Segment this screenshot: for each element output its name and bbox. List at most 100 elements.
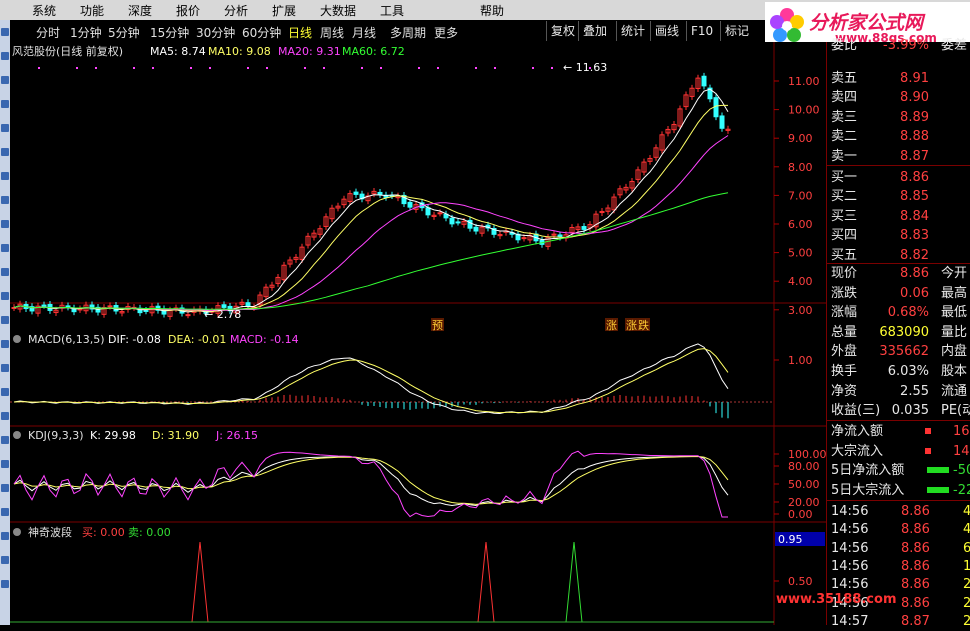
period-tab-1[interactable]: 1分钟 [70, 24, 102, 41]
toolbar-button-0[interactable]: 复权 [546, 21, 579, 41]
period-tab-4[interactable]: 30分钟 [196, 24, 235, 41]
period-tab-7[interactable]: 周线 [320, 24, 344, 41]
ma5-label: MA5: 8.74 [150, 45, 206, 58]
flow-value: -22 [953, 482, 970, 498]
stat-row-1: 涨跌 0.06 最高 [831, 284, 970, 303]
tool-icon[interactable] [1, 340, 9, 348]
tool-icon[interactable] [1, 268, 9, 276]
high-price-label: ← 11.63 [563, 61, 607, 74]
period-tab-2[interactable]: 5分钟 [108, 24, 140, 41]
tool-icon[interactable] [1, 580, 9, 588]
tool-icon[interactable] [1, 100, 9, 108]
side-weibi-value: -3.99% [883, 38, 929, 53]
tool-icon[interactable] [1, 220, 9, 228]
period-tab-6[interactable]: 日线 [288, 24, 312, 41]
macd-panel-toggle-icon[interactable] [13, 335, 21, 343]
toolbar-button-4[interactable]: F10 [686, 21, 717, 41]
stat-row-5-label: 换手 [831, 364, 858, 379]
side-weibi-extra: 委差 [941, 38, 968, 53]
bid-row-4-label: 买五 [831, 247, 858, 263]
wave-axis-label: 0.50 [788, 575, 813, 588]
flow-label: 净流入额 [831, 424, 884, 439]
toolbar-button-5[interactable]: 标记 [720, 21, 753, 41]
stat-row-6: 净资 2.55 流通 [831, 382, 970, 401]
toolbar-button-3[interactable]: 画线 [650, 21, 683, 41]
tool-icon[interactable] [1, 28, 9, 36]
tool-icon[interactable] [1, 172, 9, 180]
tool-icon[interactable] [1, 292, 9, 300]
tick-volume: 4 [963, 522, 970, 538]
tool-icon[interactable] [1, 148, 9, 156]
tick-row-6: 14:57 8.87 2 [831, 612, 970, 631]
menu-item-8[interactable]: 帮助 [480, 2, 504, 19]
wave-panel-toggle-icon[interactable] [13, 528, 21, 536]
menu-item-6[interactable]: 大数据 [320, 2, 356, 19]
ask-row-1-value: 8.90 [900, 90, 929, 106]
tool-icon[interactable] [1, 556, 9, 564]
price-axis-label: 3.00 [788, 304, 813, 317]
signal-marker: 涨 [626, 319, 637, 332]
period-tab-3[interactable]: 15分钟 [150, 24, 189, 41]
toolbar-button-1[interactable]: 叠加 [578, 21, 611, 41]
menu-item-2[interactable]: 深度 [128, 2, 152, 19]
period-tab-0[interactable]: 分时 [36, 24, 60, 41]
side-separator [827, 500, 970, 501]
macd-dea-label: DEA: -0.01 [168, 333, 226, 346]
tick-row-1: 14:56 8.86 4 [831, 520, 970, 539]
period-tab-9[interactable]: 多周期 [390, 24, 426, 41]
kdj-d-label: D: 31.90 [152, 429, 199, 442]
signal-dot [209, 67, 211, 69]
stat-row-5-value: 6.03% [887, 364, 929, 379]
ask-row-1-label: 卖四 [831, 90, 858, 106]
wave-sell-label: 卖: 0.00 [128, 526, 171, 539]
tool-icon[interactable] [1, 508, 9, 516]
stat-row-2-label: 涨幅 [831, 305, 858, 321]
ask-row-0: 卖五 8.91 [831, 69, 970, 88]
tool-icon[interactable] [1, 412, 9, 420]
tick-row-2: 14:56 8.86 6 [831, 539, 970, 558]
kdj-panel-toggle-icon[interactable] [13, 431, 21, 439]
bid-row-1: 买二 8.85 [831, 187, 970, 206]
period-tab-10[interactable]: 更多 [434, 24, 458, 41]
tool-icon[interactable] [1, 364, 9, 372]
flow-value: 14 [953, 443, 970, 459]
tool-icon[interactable] [1, 484, 9, 492]
stat-row-6-extra: 流通 [941, 383, 968, 399]
tool-icon[interactable] [1, 316, 9, 324]
tool-icon[interactable] [1, 196, 9, 204]
tool-icon[interactable] [1, 436, 9, 444]
menu-item-5[interactable]: 扩展 [272, 2, 296, 19]
period-tab-5[interactable]: 60分钟 [242, 24, 281, 41]
signal-dot [475, 67, 477, 69]
toolbar-button-2[interactable]: 统计 [616, 21, 649, 41]
menu-item-4[interactable]: 分析 [224, 2, 248, 19]
tool-icon[interactable] [1, 124, 9, 132]
signal-marker: 预 [432, 319, 443, 332]
tool-icon[interactable] [1, 532, 9, 540]
tick-volume: 2 [963, 613, 970, 629]
menu-item-0[interactable]: 系统 [32, 2, 56, 19]
tool-icon[interactable] [1, 76, 9, 84]
candle-body [143, 309, 149, 312]
bid-row-2-label: 买三 [831, 208, 858, 224]
low-price-label: ← 2.78 [204, 308, 241, 321]
stat-row-7-value: 0.035 [891, 403, 929, 419]
tick-time: 14:56 [831, 558, 869, 574]
wave-value-text: 0.95 [778, 533, 803, 546]
flow-value: -50 [953, 463, 970, 478]
period-tab-8[interactable]: 月线 [352, 24, 376, 41]
menu-item-7[interactable]: 工具 [380, 2, 404, 19]
stat-row-3-label: 总量 [831, 324, 858, 340]
tool-icon[interactable] [1, 52, 9, 60]
side-separator [827, 165, 970, 166]
menu-item-3[interactable]: 报价 [176, 2, 200, 19]
flow-indicator [927, 486, 949, 493]
tool-icon[interactable] [1, 244, 9, 252]
menu-item-1[interactable]: 功能 [80, 2, 104, 19]
tool-icon[interactable] [1, 460, 9, 468]
signal-marker: 跌 [638, 318, 649, 332]
tool-icon[interactable] [1, 388, 9, 396]
price-axis-label: 6.00 [788, 218, 813, 231]
stat-row-6-value: 2.55 [900, 383, 929, 399]
main-panel-title: 风范股份(日线 前复权) [12, 44, 123, 58]
